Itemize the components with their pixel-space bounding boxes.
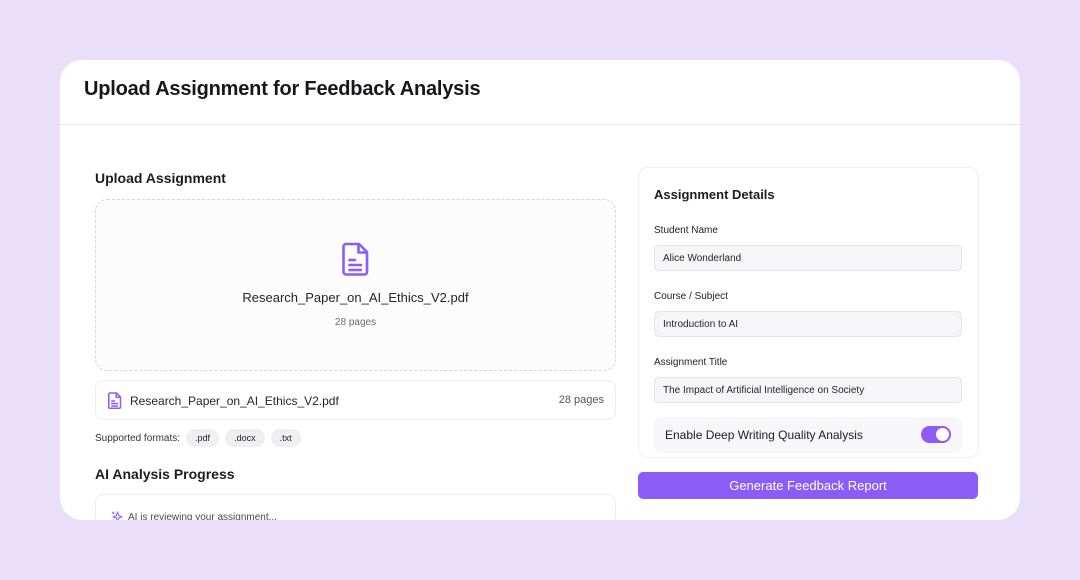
file-text-icon [108,392,122,409]
uploaded-file-row[interactable]: Research_Paper_on_AI_Ethics_V2.pdf 28 pa… [95,380,616,420]
deep-analysis-label: Enable Deep Writing Quality Analysis [665,428,863,442]
upload-card: Upload Assignment for Feedback Analysis … [60,60,1020,520]
student-name-label: Student Name [654,225,718,236]
file-dropzone[interactable]: Research_Paper_on_AI_Ethics_V2.pdf 28 pa… [95,199,616,371]
supported-formats: Supported formats: .pdf .docx .txt [95,429,617,447]
format-chip-docx: .docx [225,429,265,447]
sparkle-icon [111,511,123,520]
upload-section-title: Upload Assignment [95,170,226,186]
student-name-input[interactable] [654,245,962,271]
dropzone-filename: Research_Paper_on_AI_Ethics_V2.pdf [242,290,469,305]
dropzone-page-count: 28 pages [334,317,377,328]
uploaded-file-page-count: 28 pages [558,394,604,406]
assignment-title-input[interactable] [654,377,962,403]
assignment-details-title: Assignment Details [654,187,775,202]
generate-feedback-button[interactable]: Generate Feedback Report [638,472,978,499]
file-text-icon [342,242,369,276]
course-input[interactable] [654,311,962,337]
course-label: Course / Subject [654,291,728,302]
toggle-knob [936,428,949,441]
supported-formats-label: Supported formats: [95,432,181,444]
upload-column: Upload Assignment Research_Paper_on_AI_E… [95,170,617,520]
analysis-progress-box: AI is reviewing your assignment... [95,494,616,520]
format-chip-txt: .txt [270,429,301,447]
assignment-details-panel: Assignment Details Student Name Course /… [638,167,979,458]
card-header: Upload Assignment for Feedback Analysis [60,60,1020,125]
uploaded-file-name: Research_Paper_on_AI_Ethics_V2.pdf [130,394,339,408]
deep-analysis-toggle[interactable] [921,426,951,443]
page-title: Upload Assignment for Feedback Analysis [84,78,481,100]
analysis-status-text: AI is reviewing your assignment... [128,512,277,520]
deep-analysis-row: Enable Deep Writing Quality Analysis [654,417,962,453]
format-chip-pdf: .pdf [186,429,220,447]
assignment-title-label: Assignment Title [654,357,728,368]
progress-section-title: AI Analysis Progress [95,466,235,482]
